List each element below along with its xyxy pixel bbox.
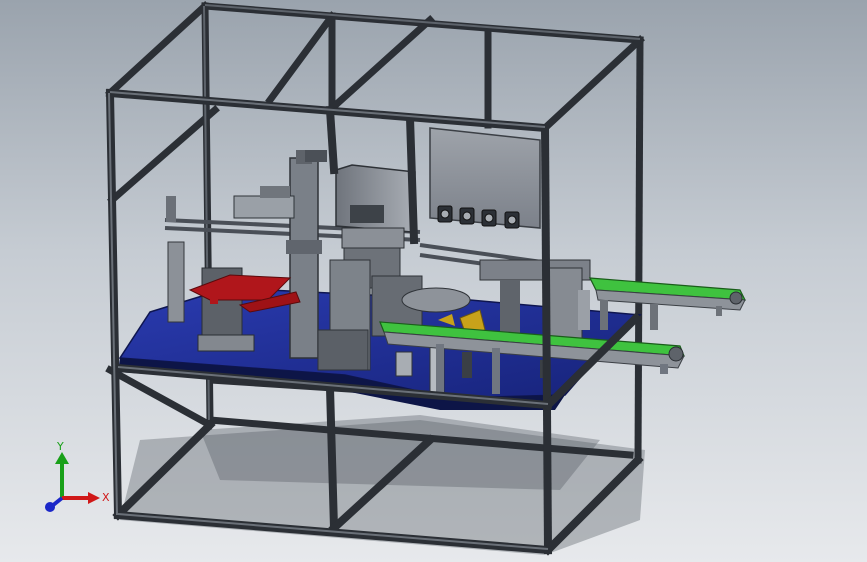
- graphics-viewport[interactable]: Y X: [0, 0, 867, 562]
- x-axis-arrow-icon: [88, 492, 100, 504]
- y-axis-arrow-icon: [55, 452, 69, 464]
- control-panel[interactable]: [429, 127, 541, 229]
- x-axis-label: X: [102, 491, 110, 504]
- machine-model[interactable]: [0, 0, 867, 562]
- y-axis-label: Y: [56, 440, 64, 453]
- z-axis-arrow-icon: [45, 502, 55, 512]
- coordinate-triad: Y X: [45, 440, 110, 512]
